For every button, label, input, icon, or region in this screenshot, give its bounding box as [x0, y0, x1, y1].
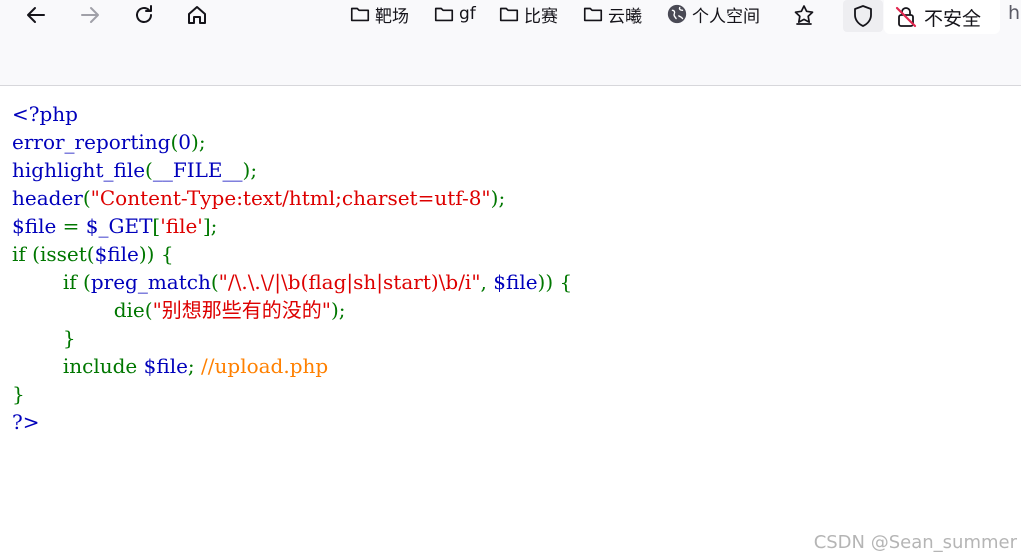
code-line: <?php	[12, 100, 572, 128]
code-token: error_reporting	[12, 130, 171, 154]
code-token: $_GET	[85, 214, 153, 238]
code-line: }	[12, 380, 572, 408]
folder-icon	[350, 7, 370, 22]
code-line: include $file; //upload.php	[12, 352, 572, 380]
bookmark-item[interactable]: 个人空间	[666, 0, 760, 28]
code-token: ];	[202, 214, 218, 238]
code-line: highlight_file(__FILE__);	[12, 156, 572, 184]
back-button[interactable]	[18, 0, 54, 30]
folder-icon	[583, 7, 603, 22]
code-token: );	[490, 186, 506, 210]
code-token: $file	[493, 270, 538, 294]
code-token: $file	[12, 214, 63, 238]
code-token: $file	[143, 354, 188, 378]
code-token: <?php	[12, 102, 78, 126]
bookmark-label: gf	[459, 4, 476, 24]
code-token: =	[62, 214, 86, 238]
bookmark-label: 比赛	[524, 6, 558, 27]
tracking-protection-button[interactable]	[843, 0, 883, 32]
php-source-code: <?php error_reporting(0); highlight_file(_…	[12, 100, 572, 436]
code-token: );	[242, 158, 258, 182]
arrow-left-icon	[27, 7, 45, 23]
code-token: ,	[480, 270, 494, 294]
code-token: if	[12, 270, 84, 294]
home-button[interactable]	[179, 0, 215, 30]
code-token: die(	[12, 298, 153, 322]
code-token: (isset(	[32, 242, 95, 266]
code-token: preg_match	[90, 270, 211, 294]
code-token: );	[330, 298, 346, 322]
arrow-right-icon	[81, 7, 99, 23]
puzzle-star-icon	[794, 5, 814, 25]
code-token: );	[191, 130, 206, 154]
code-token: highlight_file	[12, 158, 146, 182]
bookmark-item[interactable]: 靶场	[349, 0, 409, 28]
code-token: $file	[94, 242, 139, 266]
customize-button[interactable]	[786, 0, 822, 30]
folder-icon	[499, 7, 519, 22]
bookmark-item[interactable]: 云曦	[582, 0, 642, 28]
shield-icon	[854, 5, 872, 27]
bookmark-label: 云曦	[608, 6, 642, 27]
code-line: if (preg_match("/\.\.\/|\b(flag|sh|start…	[12, 268, 572, 296]
reload-icon	[136, 5, 152, 23]
code-token: header	[12, 186, 83, 210]
folder-icon	[434, 7, 454, 22]
forward-button[interactable]	[72, 0, 108, 30]
code-token: }	[12, 382, 25, 406]
code-token: 0	[178, 130, 192, 154]
code-line: die("别想那些有的没的");	[12, 296, 572, 324]
code-token: if	[12, 242, 33, 266]
code-line: ?>	[12, 408, 572, 436]
browser-toolbar: 靶场 gf 比赛 云曦 个人空间 不安全 h	[0, 0, 1021, 86]
code-token: (	[83, 270, 91, 294]
code-token: {	[559, 270, 573, 294]
code-token: ))	[537, 270, 560, 294]
code-token: ;	[187, 354, 202, 378]
code-token: ))	[138, 242, 161, 266]
watermark: CSDN @Sean_summer	[813, 532, 1017, 553]
code-token: __FILE__	[152, 158, 243, 182]
code-token: //upload.php	[201, 354, 329, 378]
code-token: {	[160, 242, 174, 266]
code-line: error_reporting(0);	[12, 128, 572, 156]
code-line: $file = $_GET['file'];	[12, 212, 572, 240]
code-token: "/\.\.\/|\b(flag|sh|start)\b/i"	[218, 270, 481, 294]
code-token: }	[12, 326, 76, 350]
bookmark-item[interactable]: 比赛	[498, 0, 558, 28]
bookmark-item[interactable]: gf	[433, 0, 476, 28]
code-token: 'file'	[160, 214, 203, 238]
connection-security-indicator[interactable]: 不安全	[884, 0, 1000, 34]
code-line: }	[12, 324, 572, 352]
bookmark-label: 靶场	[375, 6, 409, 27]
code-token: (	[210, 270, 219, 294]
home-icon	[188, 6, 206, 24]
code-token: (	[145, 158, 153, 182]
url-text[interactable]: h	[1008, 2, 1020, 24]
code-token: ?>	[12, 410, 40, 434]
globe-icon	[667, 4, 687, 24]
code-line: header("Content-Type:text/html;charset=u…	[12, 184, 572, 212]
reload-button[interactable]	[126, 0, 162, 30]
code-line: if (isset($file)) {	[12, 240, 572, 268]
insecure-lock-icon	[895, 6, 917, 28]
code-token: "别想那些有的没的"	[152, 298, 331, 322]
code-token: (	[82, 186, 91, 210]
security-label: 不安全	[924, 7, 982, 30]
code-token: include	[12, 354, 144, 378]
bookmark-label: 个人空间	[692, 6, 760, 27]
code-token: "Content-Type:text/html;charset=utf-8"	[90, 186, 491, 210]
